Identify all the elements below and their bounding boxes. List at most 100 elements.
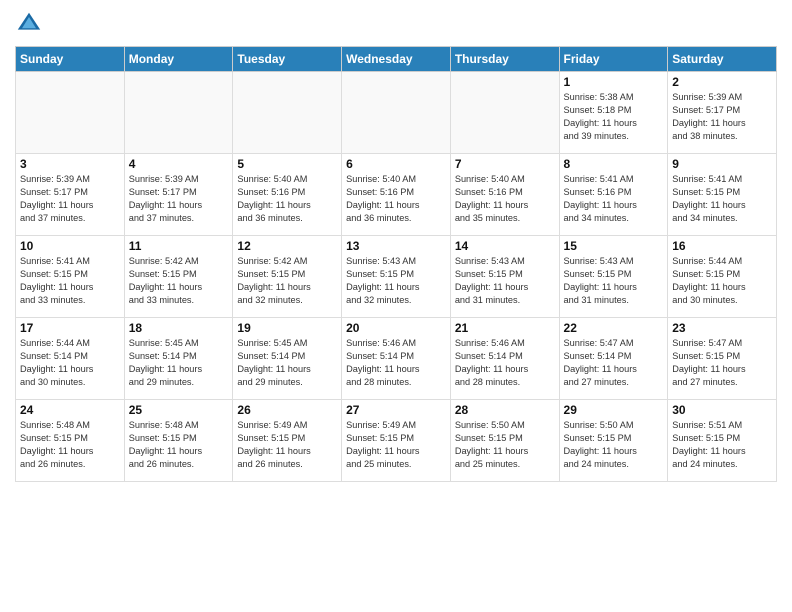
day-info: Sunrise: 5:50 AM Sunset: 5:15 PM Dayligh… <box>564 419 664 471</box>
day-cell: 15 Sunrise: 5:43 AM Sunset: 5:15 PM Dayli… <box>559 236 668 318</box>
day-number: 3 <box>20 157 120 171</box>
day-cell <box>233 72 342 154</box>
day-number: 14 <box>455 239 555 253</box>
header-sunday: Sunday <box>16 47 125 72</box>
day-cell: 3 Sunrise: 5:39 AM Sunset: 5:17 PM Daylig… <box>16 154 125 236</box>
logo <box>15 10 47 38</box>
day-number: 21 <box>455 321 555 335</box>
day-number: 13 <box>346 239 446 253</box>
week-row-2: 10Sunrise: 5:41 AM Sunset: 5:15 PM Dayli… <box>16 236 777 318</box>
day-cell: 20 Sunrise: 5:46 AM Sunset: 5:14 PM Dayli… <box>342 318 451 400</box>
day-info: Sunrise: 5:40 AM Sunset: 5:16 PM Dayligh… <box>237 173 337 225</box>
day-info: Sunrise: 5:46 AM Sunset: 5:14 PM Dayligh… <box>346 337 446 389</box>
day-info: Sunrise: 5:47 AM Sunset: 5:15 PM Dayligh… <box>672 337 772 389</box>
day-number: 16 <box>672 239 772 253</box>
day-cell: 14 Sunrise: 5:43 AM Sunset: 5:15 PM Dayli… <box>450 236 559 318</box>
day-info: Sunrise: 5:39 AM Sunset: 5:17 PM Dayligh… <box>672 91 772 143</box>
day-cell: 17 Sunrise: 5:44 AM Sunset: 5:14 PM Dayli… <box>16 318 125 400</box>
day-cell: 7 Sunrise: 5:40 AM Sunset: 5:16 PM Daylig… <box>450 154 559 236</box>
day-number: 9 <box>672 157 772 171</box>
day-number: 11 <box>129 239 229 253</box>
day-cell: 4 Sunrise: 5:39 AM Sunset: 5:17 PM Daylig… <box>124 154 233 236</box>
day-info: Sunrise: 5:44 AM Sunset: 5:15 PM Dayligh… <box>672 255 772 307</box>
day-info: Sunrise: 5:41 AM Sunset: 5:16 PM Dayligh… <box>564 173 664 225</box>
day-number: 17 <box>20 321 120 335</box>
day-info: Sunrise: 5:47 AM Sunset: 5:14 PM Dayligh… <box>564 337 664 389</box>
day-info: Sunrise: 5:40 AM Sunset: 5:16 PM Dayligh… <box>455 173 555 225</box>
day-number: 7 <box>455 157 555 171</box>
day-number: 2 <box>672 75 772 89</box>
day-number: 18 <box>129 321 229 335</box>
header-row: SundayMondayTuesdayWednesdayThursdayFrid… <box>16 47 777 72</box>
day-info: Sunrise: 5:39 AM Sunset: 5:17 PM Dayligh… <box>129 173 229 225</box>
header-monday: Monday <box>124 47 233 72</box>
day-info: Sunrise: 5:51 AM Sunset: 5:15 PM Dayligh… <box>672 419 772 471</box>
week-row-0: 1 Sunrise: 5:38 AM Sunset: 5:18 PM Daylig… <box>16 72 777 154</box>
day-number: 20 <box>346 321 446 335</box>
day-cell: 10Sunrise: 5:41 AM Sunset: 5:15 PM Dayli… <box>16 236 125 318</box>
header-friday: Friday <box>559 47 668 72</box>
day-info: Sunrise: 5:48 AM Sunset: 5:15 PM Dayligh… <box>129 419 229 471</box>
day-info: Sunrise: 5:49 AM Sunset: 5:15 PM Dayligh… <box>237 419 337 471</box>
day-number: 15 <box>564 239 664 253</box>
day-cell: 21 Sunrise: 5:46 AM Sunset: 5:14 PM Dayli… <box>450 318 559 400</box>
day-number: 26 <box>237 403 337 417</box>
day-cell: 13 Sunrise: 5:43 AM Sunset: 5:15 PM Dayli… <box>342 236 451 318</box>
day-number: 6 <box>346 157 446 171</box>
day-number: 25 <box>129 403 229 417</box>
day-info: Sunrise: 5:45 AM Sunset: 5:14 PM Dayligh… <box>129 337 229 389</box>
day-cell: 9Sunrise: 5:41 AM Sunset: 5:15 PM Daylig… <box>668 154 777 236</box>
day-number: 4 <box>129 157 229 171</box>
day-number: 1 <box>564 75 664 89</box>
day-info: Sunrise: 5:50 AM Sunset: 5:15 PM Dayligh… <box>455 419 555 471</box>
day-number: 28 <box>455 403 555 417</box>
day-info: Sunrise: 5:48 AM Sunset: 5:15 PM Dayligh… <box>20 419 120 471</box>
header-wednesday: Wednesday <box>342 47 451 72</box>
day-cell: 26 Sunrise: 5:49 AM Sunset: 5:15 PM Dayli… <box>233 400 342 482</box>
day-number: 8 <box>564 157 664 171</box>
day-info: Sunrise: 5:43 AM Sunset: 5:15 PM Dayligh… <box>564 255 664 307</box>
day-info: Sunrise: 5:38 AM Sunset: 5:18 PM Dayligh… <box>564 91 664 143</box>
day-info: Sunrise: 5:42 AM Sunset: 5:15 PM Dayligh… <box>237 255 337 307</box>
week-row-4: 24Sunrise: 5:48 AM Sunset: 5:15 PM Dayli… <box>16 400 777 482</box>
day-cell: 8 Sunrise: 5:41 AM Sunset: 5:16 PM Daylig… <box>559 154 668 236</box>
day-number: 12 <box>237 239 337 253</box>
day-cell <box>16 72 125 154</box>
day-cell: 23 Sunrise: 5:47 AM Sunset: 5:15 PM Dayli… <box>668 318 777 400</box>
day-cell: 5 Sunrise: 5:40 AM Sunset: 5:16 PM Daylig… <box>233 154 342 236</box>
day-cell: 12 Sunrise: 5:42 AM Sunset: 5:15 PM Dayli… <box>233 236 342 318</box>
day-cell: 30 Sunrise: 5:51 AM Sunset: 5:15 PM Dayli… <box>668 400 777 482</box>
day-cell: 16 Sunrise: 5:44 AM Sunset: 5:15 PM Dayli… <box>668 236 777 318</box>
day-info: Sunrise: 5:41 AM Sunset: 5:15 PM Dayligh… <box>20 255 120 307</box>
day-cell: 28 Sunrise: 5:50 AM Sunset: 5:15 PM Dayli… <box>450 400 559 482</box>
day-number: 19 <box>237 321 337 335</box>
day-info: Sunrise: 5:39 AM Sunset: 5:17 PM Dayligh… <box>20 173 120 225</box>
week-row-3: 17 Sunrise: 5:44 AM Sunset: 5:14 PM Dayli… <box>16 318 777 400</box>
logo-icon <box>15 10 43 38</box>
week-row-1: 3 Sunrise: 5:39 AM Sunset: 5:17 PM Daylig… <box>16 154 777 236</box>
day-number: 5 <box>237 157 337 171</box>
page-container: SundayMondayTuesdayWednesdayThursdayFrid… <box>0 0 792 492</box>
day-cell: 29 Sunrise: 5:50 AM Sunset: 5:15 PM Dayli… <box>559 400 668 482</box>
day-cell: 11 Sunrise: 5:42 AM Sunset: 5:15 PM Dayli… <box>124 236 233 318</box>
day-cell: 2 Sunrise: 5:39 AM Sunset: 5:17 PM Daylig… <box>668 72 777 154</box>
day-info: Sunrise: 5:42 AM Sunset: 5:15 PM Dayligh… <box>129 255 229 307</box>
day-info: Sunrise: 5:43 AM Sunset: 5:15 PM Dayligh… <box>346 255 446 307</box>
day-cell: 24Sunrise: 5:48 AM Sunset: 5:15 PM Dayli… <box>16 400 125 482</box>
header-thursday: Thursday <box>450 47 559 72</box>
day-number: 30 <box>672 403 772 417</box>
day-cell: 1 Sunrise: 5:38 AM Sunset: 5:18 PM Daylig… <box>559 72 668 154</box>
day-info: Sunrise: 5:46 AM Sunset: 5:14 PM Dayligh… <box>455 337 555 389</box>
day-number: 23 <box>672 321 772 335</box>
header-saturday: Saturday <box>668 47 777 72</box>
day-cell <box>124 72 233 154</box>
day-cell: 18 Sunrise: 5:45 AM Sunset: 5:14 PM Dayli… <box>124 318 233 400</box>
day-cell: 27Sunrise: 5:49 AM Sunset: 5:15 PM Dayli… <box>342 400 451 482</box>
day-number: 22 <box>564 321 664 335</box>
day-info: Sunrise: 5:43 AM Sunset: 5:15 PM Dayligh… <box>455 255 555 307</box>
day-number: 27 <box>346 403 446 417</box>
day-info: Sunrise: 5:44 AM Sunset: 5:14 PM Dayligh… <box>20 337 120 389</box>
day-number: 29 <box>564 403 664 417</box>
day-cell: 25 Sunrise: 5:48 AM Sunset: 5:15 PM Dayli… <box>124 400 233 482</box>
day-info: Sunrise: 5:45 AM Sunset: 5:14 PM Dayligh… <box>237 337 337 389</box>
